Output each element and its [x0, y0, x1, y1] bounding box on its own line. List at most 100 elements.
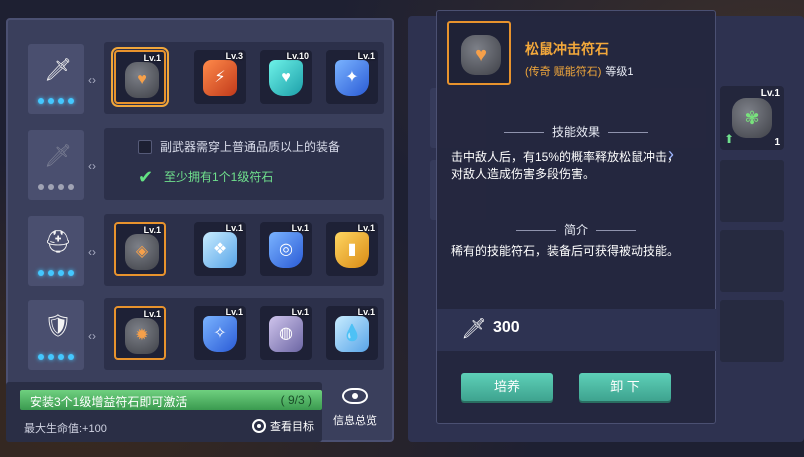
rune-equip-panel: 🗡 ‹› 🗡 ‹› ⛑ ‹› 🛡 ‹› ♥ Lv.1 ⚡ Lv.3 ♥ Lv.10 ✦ Lv.1 副武器需穿上… [6, 18, 394, 442]
slot-dot [48, 184, 54, 190]
rune-slot[interactable]: ◈ Lv.1 [114, 222, 166, 276]
chevron-right-icon: ‹› [88, 73, 96, 87]
cultivate-button[interactable]: 培养 [461, 373, 553, 401]
slot-dots [38, 354, 74, 360]
rune-row: ✹ Lv.1 ✧ Lv.1 ◍ Lv.1 💧 Lv.1 [104, 298, 384, 370]
rune-rarity: (传奇 赋能符石) [525, 66, 602, 78]
rune-slot[interactable]: 💧 Lv.1 [326, 306, 378, 360]
helmet-icon: ⛑ [44, 229, 72, 254]
rune-level: Lv.1 [143, 53, 161, 63]
rune-gem-icon: ▮ [335, 232, 369, 268]
rune-slot[interactable]: ◎ Lv.1 [260, 222, 312, 276]
slot-dot [68, 270, 74, 276]
rune-gem-icon: ♥ [461, 35, 501, 75]
rune-gem-icon: ✹ [125, 318, 159, 354]
slot-dot [48, 98, 54, 104]
equip-slot[interactable]: 🗡 [28, 130, 84, 200]
slot-dot [68, 184, 74, 190]
rune-level: Lv.1 [760, 88, 780, 99]
rune-slot[interactable]: ✹ Lv.1 [114, 306, 166, 360]
inventory-cell[interactable] [720, 230, 784, 292]
rune-gem-icon: ⚡ [203, 60, 237, 96]
inventory-cell[interactable] [720, 300, 784, 362]
intro-header: 简介 [437, 221, 715, 238]
rune-level: Lv.1 [291, 307, 309, 317]
slot-dot [68, 354, 74, 360]
rune-subtitle: (传奇 赋能符石) 等级1 [525, 63, 634, 79]
rune-gem-icon: ◍ [269, 316, 303, 352]
rune-slot[interactable]: ♥ Lv.10 [260, 50, 312, 104]
check-icon: ✔ [138, 166, 154, 187]
slot-dot [58, 98, 64, 104]
rune-level: Lv.1 [357, 51, 375, 61]
power-row: 🗡 300 [437, 309, 717, 351]
slot-dots [38, 98, 74, 104]
rune-slot[interactable]: ⚡ Lv.3 [194, 50, 246, 104]
rune-gem-icon: ✧ [203, 316, 237, 352]
rune-slot[interactable]: ◍ Lv.1 [260, 306, 312, 360]
rune-level: Lv.1 [225, 223, 243, 233]
slot-dot [58, 354, 64, 360]
set-bonus-progress: 安装3个1级增益符石即可激活 ( 9/3 ) [20, 390, 322, 410]
inventory-rune[interactable]: ✾ Lv.1 1 ⬆ [720, 86, 784, 150]
power-value: 300 [493, 319, 520, 336]
rune-gem-icon: ♥ [269, 60, 303, 96]
slot-dot [48, 354, 54, 360]
slot-dot [38, 354, 44, 360]
checkbox-icon [138, 139, 152, 154]
unequip-button[interactable]: 卸 下 [579, 373, 671, 401]
unlock-condition: ✔ 至少拥有1个1级符石 [138, 166, 274, 187]
rune-level: Lv.1 [143, 225, 161, 235]
chevron-right-icon[interactable]: › [668, 144, 674, 165]
info-overview-button[interactable]: 信息总览 [330, 386, 380, 438]
unlock-condition: 副武器需穿上普通品质以上的装备 [138, 138, 340, 155]
rune-gem-icon: ◎ [269, 232, 303, 268]
rune-level: Lv.3 [225, 51, 243, 61]
eye-icon [342, 388, 368, 404]
rune-level: Lv.10 [286, 51, 309, 61]
hp-bonus-text: 最大生命值:+100 [24, 423, 107, 435]
progress-count: ( 9/3 ) [280, 393, 312, 407]
view-target-button[interactable]: 查看目标 [252, 418, 314, 434]
slot-dot [58, 184, 64, 190]
sword-icon: 🗡 [461, 318, 487, 340]
intro-text: 稀有的技能符石，装备后可获得被动技能。 [451, 244, 680, 258]
slot-dots [38, 184, 74, 190]
rune-count: 1 [774, 137, 780, 148]
rune-slot[interactable]: ✧ Lv.1 [194, 306, 246, 360]
slot-dot [58, 270, 64, 276]
rune-detail-card: ♥ 松鼠冲击符石 (传奇 赋能符石) 等级1 技能效果 击中敌人后，有15%的概率… [436, 10, 717, 424]
chevron-right-icon: ‹› [88, 329, 96, 343]
skill-effect-header: 技能效果 [437, 123, 715, 140]
info-overview-label: 信息总览 [333, 415, 377, 427]
rune-level: Lv.1 [291, 223, 309, 233]
rune-title: 松鼠冲击符石 [525, 41, 609, 57]
rune-level-text: 等级1 [605, 66, 634, 78]
condition-text: 至少拥有1个1级符石 [164, 170, 274, 184]
rune-level: Lv.1 [357, 307, 375, 317]
rune-row: ◈ Lv.1 ❖ Lv.1 ◎ Lv.1 ▮ Lv.1 [104, 214, 384, 286]
rune-level: Lv.1 [357, 223, 375, 233]
rune-slot[interactable]: ✦ Lv.1 [326, 50, 378, 104]
rune-row: ♥ Lv.1 ⚡ Lv.3 ♥ Lv.10 ✦ Lv.1 [104, 42, 384, 114]
equip-slot[interactable]: ⛑ [28, 216, 84, 286]
skill-effect-text: 击中敌人后，有15%的概率释放松鼠冲击，对敌人造成伤害多段伤害。 [451, 150, 680, 181]
rune-gem-icon: ❖ [203, 232, 237, 268]
rune-slot[interactable]: ❖ Lv.1 [194, 222, 246, 276]
rune-slot[interactable]: ♥ Lv.1 [111, 47, 169, 107]
condition-text: 副武器需穿上普通品质以上的装备 [160, 140, 341, 154]
rune-slot[interactable]: ▮ Lv.1 [326, 222, 378, 276]
slot-dot [38, 98, 44, 104]
rune-level: Lv.1 [143, 309, 161, 319]
equip-slot[interactable]: 🗡 [28, 44, 84, 114]
rune-gem-icon: ✦ [335, 60, 369, 96]
rune-gem-icon: ✾ [732, 98, 772, 138]
inventory-cell[interactable] [720, 160, 784, 222]
slot-dots [38, 270, 74, 276]
progress-text: 安装3个1级增益符石即可激活 [30, 395, 188, 409]
equip-slot[interactable]: 🛡 [28, 300, 84, 370]
rune-gem-icon: 💧 [335, 316, 369, 352]
chevron-right-icon: ‹› [88, 245, 96, 259]
rune-detail-icon: ♥ [447, 21, 511, 85]
slot-dot [68, 98, 74, 104]
